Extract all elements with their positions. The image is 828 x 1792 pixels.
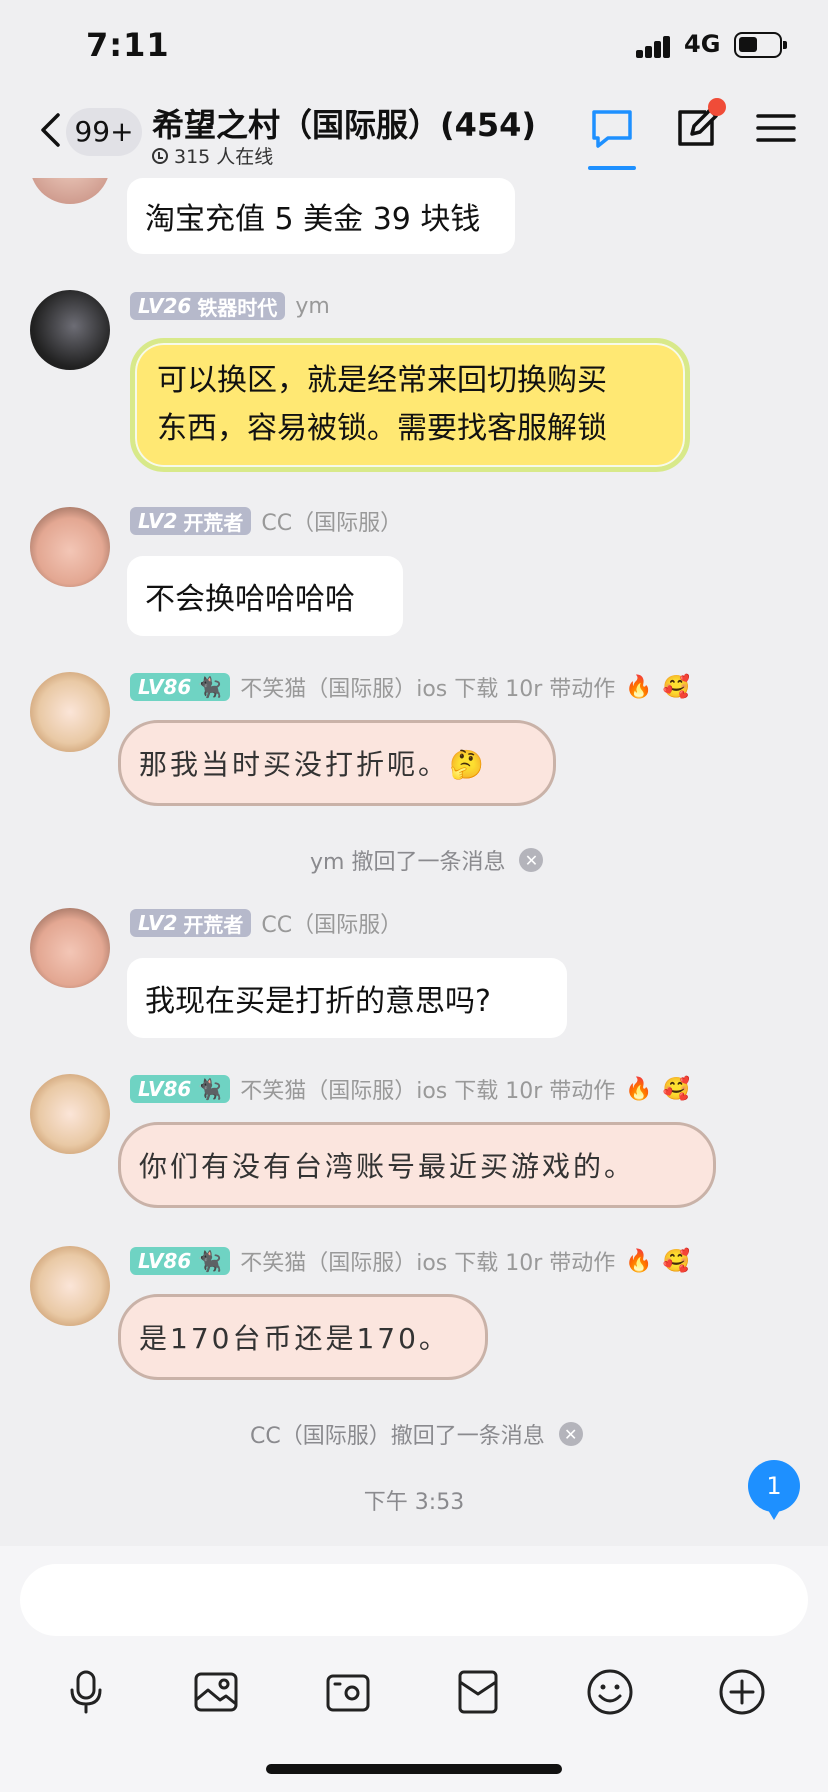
status-time: 7:11 [86, 26, 170, 64]
group-title[interactable]: 希望之村（国际服）(454) [152, 100, 536, 146]
message-bubble[interactable]: 可以换区，就是经常来回切换购买 东西，容易被锁。需要找客服解锁 [130, 338, 690, 472]
chat-header: 99+ 希望之村（国际服）(454) 315 人在线 [0, 86, 828, 178]
level-badge: LV2 开荒者 [130, 507, 252, 535]
chat-bubble-icon[interactable] [588, 104, 636, 152]
avatar[interactable] [30, 1074, 110, 1154]
fire-icon: 🔥 [625, 674, 653, 700]
cat-icon: 🐈‍⬛ [197, 675, 223, 699]
cat-icon: 🐈‍⬛ [197, 1249, 223, 1273]
home-indicator [266, 1764, 562, 1774]
network-type: 4G [684, 30, 721, 58]
message-meta: LV2 开荒者 CC（国际服） [130, 506, 402, 536]
level-badge: LV86 🐈‍⬛ [130, 1247, 231, 1275]
message-meta: LV86 🐈‍⬛ 不笑猫（国际服）ios 下载 10r 带动作 🔥 🥰 [130, 1074, 690, 1104]
message-bubble[interactable]: 你们有没有台湾账号最近买游戏的。 [118, 1122, 716, 1208]
cat-icon: 🐈‍⬛ [197, 1077, 223, 1101]
sender-name[interactable]: CC（国际服） [261, 505, 402, 537]
unread-chats-badge[interactable]: 99+ [66, 108, 142, 156]
avatar[interactable] [30, 1246, 110, 1326]
close-icon[interactable]: ✕ [558, 1422, 583, 1446]
avatar[interactable] [30, 290, 110, 370]
time-separator: 下午 3:53 [363, 1490, 465, 1515]
message-bubble[interactable]: 我现在买是打折的意思吗? [127, 958, 567, 1038]
avatar[interactable] [30, 507, 110, 587]
fire-icon: 🔥 [625, 1248, 653, 1274]
level-badge: LV2 开荒者 [130, 909, 252, 937]
message-line: 可以换区，就是经常来回切换购买 [157, 363, 607, 398]
message-bubble[interactable]: 那我当时买没打折呃。🤔 [118, 720, 556, 806]
online-icon [152, 147, 168, 164]
smile-sticker-icon: 🥰 [662, 674, 691, 700]
microphone-icon[interactable] [60, 1666, 112, 1718]
notification-dot [708, 98, 726, 116]
image-icon[interactable] [190, 1666, 242, 1718]
recall-text: CC（国际服）撤回了一条消息 [250, 1424, 545, 1449]
input-area [0, 1546, 828, 1792]
new-message-badge[interactable]: 1 [748, 1460, 800, 1520]
sender-name[interactable]: 不笑猫（国际服）ios 下载 10r 带动作 [240, 671, 615, 703]
status-bar: 7:11 4G [0, 0, 828, 86]
battery-icon [734, 32, 787, 58]
fire-icon: 🔥 [625, 1076, 653, 1102]
smile-sticker-icon: 🥰 [662, 1248, 691, 1274]
sender-name[interactable]: 不笑猫（国际服）ios 下载 10r 带动作 [240, 1073, 615, 1105]
recall-notice: ym 撤回了一条消息 ✕ [310, 844, 544, 876]
message-meta: LV26 铁器时代 ym [130, 291, 330, 321]
avatar[interactable] [30, 672, 110, 752]
emoji-icon[interactable] [584, 1666, 636, 1718]
menu-icon[interactable] [752, 104, 800, 152]
online-count: 315 人在线 [152, 142, 273, 169]
recall-notice: CC（国际服）撤回了一条消息 ✕ [250, 1418, 583, 1450]
message-input[interactable] [20, 1564, 808, 1636]
message-bubble[interactable]: 淘宝充值 5 美金 39 块钱 [127, 178, 515, 254]
online-text: 315 人在线 [174, 146, 274, 168]
plus-icon[interactable] [716, 1666, 768, 1718]
message-line: 东西，容易被锁。需要找客服解锁 [157, 411, 607, 446]
message-bubble[interactable]: 是170台币还是170。 [118, 1294, 488, 1380]
camera-icon[interactable] [322, 1666, 374, 1718]
message-meta: LV86 🐈‍⬛ 不笑猫（国际服）ios 下载 10r 带动作 🔥 🥰 [130, 672, 690, 702]
level-badge: LV86 🐈‍⬛ [130, 673, 231, 701]
chevron-left-icon[interactable] [38, 112, 62, 148]
message-meta: LV2 开荒者 CC（国际服） [130, 908, 402, 938]
sender-name[interactable]: 不笑猫（国际服）ios 下载 10r 带动作 [240, 1245, 615, 1277]
sender-name[interactable]: CC（国际服） [261, 907, 402, 939]
close-icon[interactable]: ✕ [519, 848, 544, 872]
avatar[interactable] [30, 908, 110, 988]
level-badge: LV86 🐈‍⬛ [130, 1075, 231, 1103]
smile-sticker-icon: 🥰 [662, 1076, 691, 1102]
sender-name[interactable]: ym [295, 294, 329, 319]
level-badge: LV26 铁器时代 [130, 292, 286, 320]
message-bubble[interactable]: 不会换哈哈哈哈 [127, 556, 403, 636]
signal-icon [636, 36, 672, 58]
recall-text: ym 撤回了一条消息 [310, 850, 506, 875]
active-tab-indicator [588, 166, 636, 170]
message-meta: LV86 🐈‍⬛ 不笑猫（国际服）ios 下载 10r 带动作 🔥 🥰 [130, 1246, 690, 1276]
red-packet-icon[interactable] [452, 1666, 504, 1718]
